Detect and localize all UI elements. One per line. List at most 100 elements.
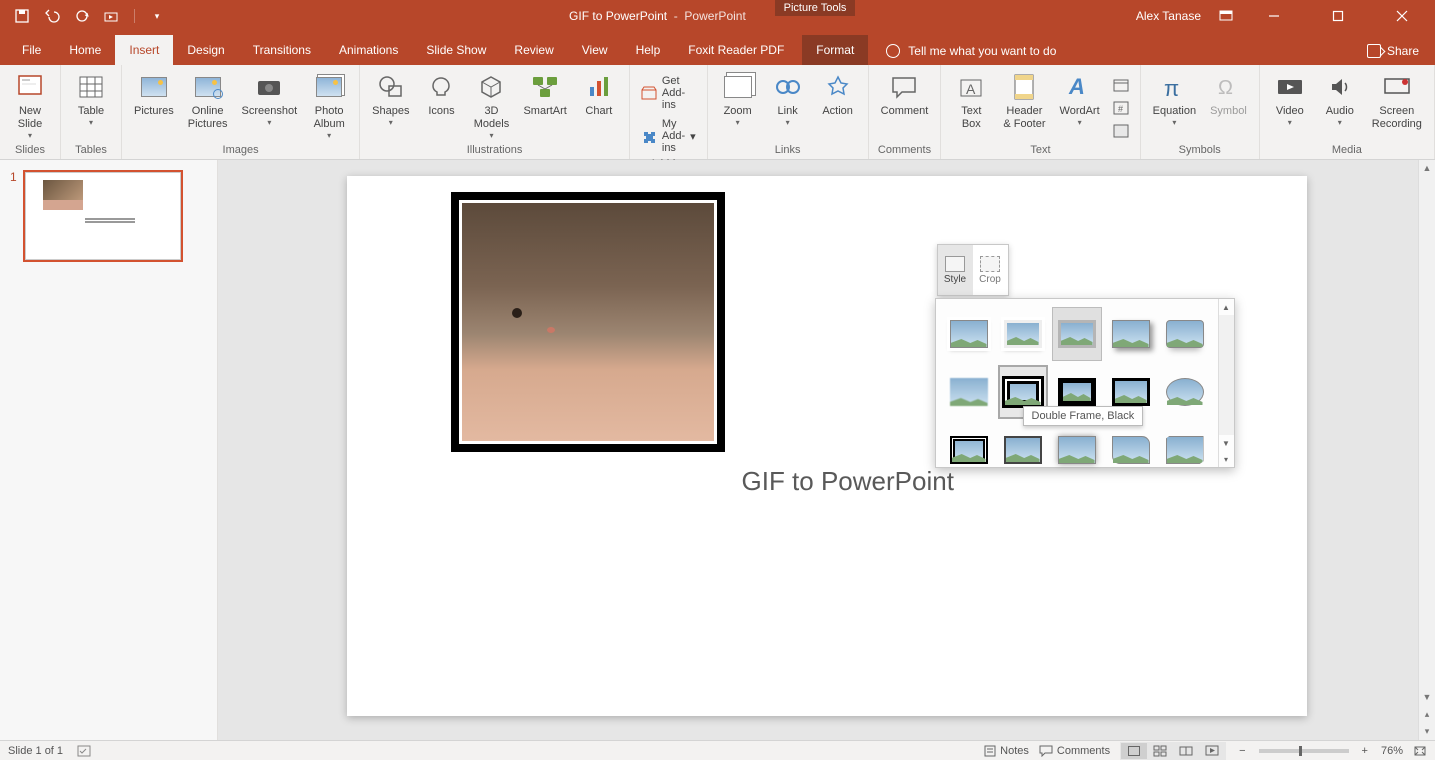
user-name[interactable]: Alex Tanase xyxy=(1136,9,1201,23)
3d-models-button[interactable]: 3D Models▾ xyxy=(469,69,513,142)
qat-customize-icon[interactable]: ▾ xyxy=(149,8,165,24)
minimize-button[interactable] xyxy=(1251,0,1297,32)
gallery-scrollbar[interactable] xyxy=(1219,315,1234,435)
get-addins-button[interactable]: Get Add-ins xyxy=(638,73,699,113)
smartart-icon xyxy=(529,71,561,103)
prev-slide-button[interactable]: ▴ xyxy=(1419,706,1435,723)
style-compound-frame[interactable] xyxy=(944,423,994,477)
reading-view-button[interactable] xyxy=(1173,743,1199,759)
normal-view-button[interactable] xyxy=(1121,743,1147,759)
icons-button[interactable]: Icons xyxy=(419,69,463,120)
gallery-scroll-down[interactable]: ▼ xyxy=(1219,435,1234,451)
shapes-button[interactable]: Shapes▾ xyxy=(368,69,413,129)
scroll-up-button[interactable]: ▲ xyxy=(1419,160,1435,177)
header-footer-button[interactable]: Header & Footer xyxy=(999,69,1049,133)
tab-transitions[interactable]: Transitions xyxy=(239,35,325,65)
screenshot-button[interactable]: Screenshot▾ xyxy=(238,69,302,129)
start-from-beginning-icon[interactable] xyxy=(104,8,120,24)
close-button[interactable] xyxy=(1379,0,1425,32)
slide-thumbnail-pane[interactable]: 1 xyxy=(0,160,218,740)
video-icon xyxy=(1274,71,1306,103)
spellcheck-icon[interactable] xyxy=(77,745,93,757)
table-icon xyxy=(75,71,107,103)
tab-foxit[interactable]: Foxit Reader PDF xyxy=(674,35,798,65)
style-soft-edge[interactable] xyxy=(944,365,994,419)
scroll-down-button[interactable]: ▼ xyxy=(1419,689,1435,706)
style-beveled-oval[interactable] xyxy=(1160,365,1210,419)
zoom-slider[interactable] xyxy=(1259,749,1349,753)
slide-edit-area[interactable]: GIF to PowerPoint Style Crop xyxy=(218,160,1435,740)
tab-help[interactable]: Help xyxy=(622,35,675,65)
slide-number-button[interactable]: # xyxy=(1110,98,1132,118)
slide-counter[interactable]: Slide 1 of 1 xyxy=(8,745,63,757)
tell-me-search[interactable]: Tell me what you want to do xyxy=(886,37,1056,65)
mini-crop-button[interactable]: Crop xyxy=(973,245,1008,295)
comment-button[interactable]: Comment xyxy=(877,69,933,120)
photo-album-button[interactable]: Photo Album▾ xyxy=(307,69,351,142)
slide-number-icon: # xyxy=(1113,100,1129,116)
style-center-shadow[interactable] xyxy=(1052,423,1102,477)
chart-button[interactable]: Chart xyxy=(577,69,621,120)
share-button[interactable]: Share xyxy=(1387,44,1419,58)
style-beveled-matte[interactable] xyxy=(998,307,1048,361)
svg-text:#: # xyxy=(1118,104,1123,114)
equation-button[interactable]: πEquation▾ xyxy=(1149,69,1200,129)
maximize-button[interactable] xyxy=(1315,0,1361,32)
inserted-picture[interactable] xyxy=(451,192,725,452)
next-slide-button[interactable]: ▾ xyxy=(1419,723,1435,740)
style-drop-shadow[interactable] xyxy=(1106,307,1156,361)
style-reflected-rounded[interactable] xyxy=(1160,307,1210,361)
style-snip-diagonal[interactable] xyxy=(1160,423,1210,477)
link-button[interactable]: Link▾ xyxy=(766,69,810,129)
svg-text:A: A xyxy=(966,81,976,97)
action-button[interactable]: Action xyxy=(816,69,860,120)
tab-format[interactable]: Format xyxy=(802,35,868,65)
mini-style-button[interactable]: Style xyxy=(938,245,973,295)
tab-animations[interactable]: Animations xyxy=(325,35,412,65)
zoom-out-button[interactable]: − xyxy=(1236,745,1248,757)
slide-title-text[interactable]: GIF to PowerPoint xyxy=(742,466,954,497)
fit-to-window-button[interactable] xyxy=(1413,745,1427,757)
tab-home[interactable]: Home xyxy=(55,35,115,65)
tab-file[interactable]: File xyxy=(8,35,55,65)
date-time-button[interactable] xyxy=(1110,75,1132,95)
symbol-button[interactable]: ΩSymbol xyxy=(1206,69,1251,120)
ribbon-display-options-icon[interactable] xyxy=(1219,10,1233,22)
object-button[interactable] xyxy=(1110,121,1132,141)
style-metal-frame[interactable] xyxy=(1052,307,1102,361)
tab-view[interactable]: View xyxy=(568,35,622,65)
new-slide-button[interactable]: New Slide▾ xyxy=(8,69,52,142)
style-rounded-diagonal[interactable] xyxy=(1106,423,1156,477)
video-button[interactable]: Video▾ xyxy=(1268,69,1312,129)
undo-icon[interactable] xyxy=(44,8,60,24)
slide-sorter-view-button[interactable] xyxy=(1147,743,1173,759)
date-icon xyxy=(1113,77,1129,93)
text-box-button[interactable]: AText Box xyxy=(949,69,993,133)
zoom-in-button[interactable]: + xyxy=(1359,745,1371,757)
screen-recording-button[interactable]: Screen Recording xyxy=(1368,69,1426,133)
style-simple-frame-white[interactable] xyxy=(944,307,994,361)
pictures-button[interactable]: Pictures xyxy=(130,69,178,120)
style-moderate-frame[interactable] xyxy=(998,423,1048,477)
tab-slideshow[interactable]: Slide Show xyxy=(412,35,500,65)
comments-button[interactable]: Comments xyxy=(1039,745,1110,757)
notes-button[interactable]: Notes xyxy=(984,745,1029,757)
slide-thumbnail-1[interactable] xyxy=(23,170,183,262)
tab-design[interactable]: Design xyxy=(173,35,238,65)
tab-insert[interactable]: Insert xyxy=(115,35,173,65)
zoom-button[interactable]: Zoom▾ xyxy=(716,69,760,129)
tab-review[interactable]: Review xyxy=(500,35,567,65)
smartart-button[interactable]: SmartArt xyxy=(519,69,570,120)
online-pictures-button[interactable]: Online Pictures xyxy=(184,69,232,133)
audio-button[interactable]: Audio▾ xyxy=(1318,69,1362,129)
gallery-scroll-up[interactable]: ▲ xyxy=(1219,299,1234,315)
redo-icon[interactable] xyxy=(74,8,90,24)
save-icon[interactable] xyxy=(14,8,30,24)
zoom-level[interactable]: 76% xyxy=(1381,745,1403,757)
slide-canvas[interactable]: GIF to PowerPoint Style Crop xyxy=(347,176,1307,716)
table-button[interactable]: Table▾ xyxy=(69,69,113,129)
gallery-more-button[interactable]: ▾ xyxy=(1219,451,1234,467)
slideshow-view-button[interactable] xyxy=(1199,743,1225,759)
wordart-button[interactable]: AWordArt▾ xyxy=(1056,69,1104,129)
my-addins-button[interactable]: My Add-ins ▾ xyxy=(638,116,699,156)
